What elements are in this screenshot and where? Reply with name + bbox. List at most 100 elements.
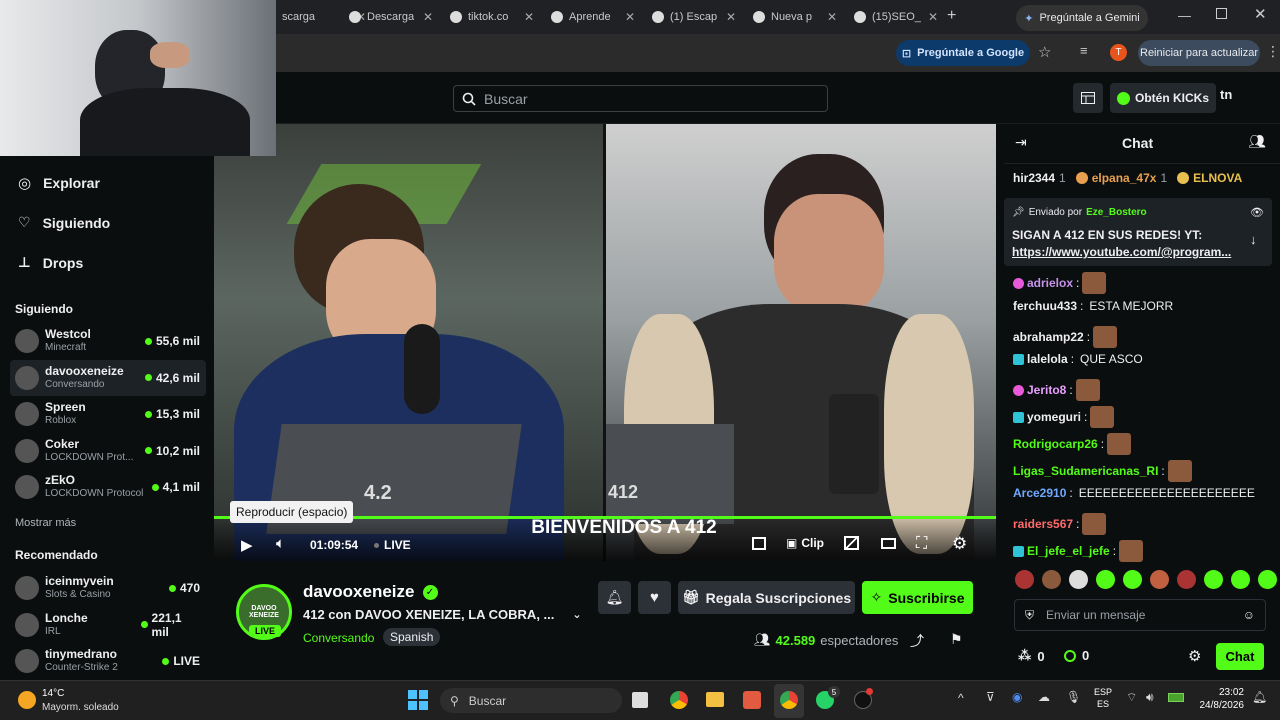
new-tab-button[interactable]: + — [947, 7, 956, 25]
play-button[interactable]: ▶ — [241, 536, 253, 554]
ask-google-button[interactable]: ⊡ Pregúntale a Google — [896, 40, 1030, 66]
battery-icon[interactable] — [1168, 693, 1184, 702]
sidebar-channel[interactable]: iceinmyvein Slots & Casino 470 — [10, 570, 206, 606]
chevron-down-icon[interactable]: ⌄ — [572, 608, 581, 621]
sidebar-channel[interactable]: Lonche IRL 221,1 mil — [10, 607, 206, 643]
emote-picker-icon[interactable] — [1150, 570, 1169, 589]
channel-points[interactable]: 0 — [1064, 648, 1089, 663]
chat-users-icon[interactable]: 👥︎ — [1248, 133, 1266, 150]
pinned-by-user[interactable]: Eze_Bostero — [1086, 207, 1147, 218]
account-menu[interactable]: tn — [1220, 87, 1232, 102]
app-icon[interactable] — [743, 691, 761, 709]
emote-picker-icon[interactable] — [1096, 570, 1115, 589]
close-tab-icon[interactable]: ✕ — [726, 10, 736, 24]
subscribe-button[interactable]: ✧ Suscribirse — [862, 581, 973, 614]
follow-heart-button[interactable]: ♥ — [638, 581, 671, 614]
language-tag[interactable]: Spanish — [383, 628, 441, 646]
no-captions-icon[interactable] — [844, 536, 859, 550]
nav-explore[interactable]: ◎ Explorar — [18, 174, 100, 192]
weather-temp[interactable]: 14°C — [42, 688, 64, 699]
top-gifter[interactable]: ELNOVA — [1177, 171, 1246, 185]
chat-username[interactable]: ferchuu433 — [1013, 299, 1077, 313]
pinned-link[interactable]: https://www.youtube.com/@program... — [1012, 245, 1231, 259]
active-chrome-tile[interactable] — [774, 684, 804, 718]
weather-desc[interactable]: Mayorm. soleado — [42, 702, 119, 713]
sidebar-channel[interactable]: Spreen Roblox 15,3 mil — [10, 396, 206, 432]
tray-chevron-icon[interactable]: ^ — [958, 691, 964, 705]
emote-picker-icon[interactable] — [1069, 570, 1088, 589]
notification-bell-button[interactable]: 🔔︎ — [598, 581, 631, 614]
live-indicator[interactable]: LIVE — [374, 538, 411, 552]
volume-icon[interactable]: 🔈︎ — [276, 535, 285, 552]
hide-pinned-icon[interactable]: 👁︎ — [1250, 206, 1264, 219]
emote-picker-icon[interactable] — [1231, 570, 1250, 589]
emote-picker-icon[interactable] — [1123, 570, 1142, 589]
miniplayer-icon[interactable] — [881, 538, 896, 549]
fullscreen-icon[interactable]: ⛶ — [916, 535, 927, 553]
search-input[interactable]: Buscar — [453, 85, 828, 112]
close-window-button[interactable]: ✕ — [1254, 5, 1267, 23]
chat-input[interactable]: ⛨ Enviar un mensaje ☺ — [1014, 599, 1266, 631]
speaker-icon[interactable]: 🔊︎ — [1146, 690, 1154, 705]
emote-picker-icon[interactable] — [1177, 570, 1196, 589]
emoji-icon[interactable]: ☺ — [1243, 608, 1255, 622]
emote-picker-icon[interactable] — [1015, 570, 1034, 589]
show-more-link[interactable]: Mostrar más — [15, 517, 76, 529]
tray-icon-3[interactable]: ☁ — [1038, 690, 1050, 704]
expand-pinned-icon[interactable]: ↓ — [1250, 232, 1257, 247]
browser-tab[interactable]: Descarga ✕ — [343, 6, 433, 28]
chat-username[interactable]: Arce2910 — [1013, 486, 1066, 500]
restart-update-button[interactable]: Reiniciar para actualizar — [1138, 40, 1260, 66]
nav-drops[interactable]: ⊥ Drops — [18, 254, 83, 271]
chat-username[interactable]: Ligas_Sudamericanas_RI — [1013, 464, 1158, 478]
browser-tab[interactable]: (15)SEO_ ✕ — [848, 6, 938, 28]
share-icon[interactable]: ⤴ — [910, 631, 924, 651]
maximize-button[interactable] — [1216, 8, 1227, 19]
close-tab-icon[interactable]: ✕ — [928, 10, 938, 24]
profile-avatar[interactable]: T — [1110, 44, 1127, 61]
settings-gear-icon[interactable]: ⚙ — [952, 534, 967, 554]
clip-button[interactable]: ▣ Clip — [786, 536, 824, 550]
wifi-icon[interactable]: ⌔ — [1126, 690, 1137, 705]
kicks-balance[interactable]: ⁂ 0 — [1018, 648, 1045, 664]
top-gifter[interactable]: hir2344 1 — [1013, 171, 1066, 185]
channel-name[interactable]: davooxeneize ✓ — [303, 582, 438, 602]
sidebar-channel[interactable]: Coker LOCKDOWN Prot... 10,2 mil — [10, 433, 206, 469]
language-indicator[interactable]: ESP ES — [1094, 686, 1112, 710]
clock[interactable]: 23:02 24/8/2026 — [1196, 686, 1245, 712]
gift-subs-button[interactable]: 🎁︎ Regala Suscripciones — [678, 581, 855, 614]
close-tab-icon[interactable]: ✕ — [827, 10, 837, 24]
microphone-icon[interactable]: 🎙︎ — [1066, 690, 1081, 704]
chat-username[interactable]: Jerito8 — [1027, 383, 1066, 397]
chat-username[interactable]: raiders567 — [1013, 517, 1073, 531]
notifications-icon[interactable]: 🔔︎ — [1252, 690, 1267, 704]
browser-tab[interactable]: Nueva p ✕ — [747, 6, 837, 28]
emote-picker-icon[interactable] — [1042, 570, 1061, 589]
top-gifter[interactable]: elpana_47x 1 — [1075, 171, 1167, 185]
browser-menu-icon[interactable]: ⋮ — [1266, 43, 1280, 60]
browser-tab[interactable]: (1) Escap ✕ — [646, 6, 736, 28]
close-tab-icon[interactable]: ✕ — [625, 10, 635, 24]
minimize-button[interactable]: — — [1178, 8, 1191, 23]
chat-username[interactable]: El_jefe_el_jefe — [1027, 544, 1110, 558]
close-tab-icon[interactable]: ✕ — [423, 10, 433, 24]
emote-picker-icon[interactable] — [1204, 570, 1223, 589]
chat-send-button[interactable]: Chat — [1216, 643, 1264, 670]
sidebar-channel[interactable]: zEkO LOCKDOWN Protocol 4,1 mil — [10, 469, 206, 505]
tray-icon-2[interactable]: ◉ — [1012, 690, 1022, 704]
task-view-icon[interactable] — [632, 692, 648, 708]
nav-following[interactable]: ♡ Siguiendo — [18, 214, 110, 231]
taskbar-search[interactable]: ⚲ Buscar — [440, 688, 622, 713]
theater-mode-icon[interactable] — [752, 537, 766, 550]
stream-category-link[interactable]: Conversando — [303, 631, 374, 645]
chat-username[interactable]: Rodrigocarp26 — [1013, 437, 1098, 451]
layout-toggle-button[interactable] — [1073, 83, 1103, 113]
video-player[interactable]: 4.2 412 BIENVENIDOS A 412 Reproducir (es… — [214, 124, 996, 561]
gemini-button[interactable]: ✦ Pregúntale a Gemini — [1016, 5, 1148, 31]
sidebar-channel[interactable]: tinymedrano Counter-Strike 2 LIVE — [10, 643, 206, 679]
browser-tab[interactable]: Aprende ✕ — [545, 6, 635, 28]
sidebar-channel[interactable]: davooxeneize Conversando 42,6 mil — [10, 359, 206, 396]
windows-start-icon[interactable] — [408, 690, 428, 710]
chat-username[interactable]: adrielox — [1027, 276, 1073, 290]
chat-settings-icon[interactable]: ⚙ — [1188, 647, 1201, 665]
